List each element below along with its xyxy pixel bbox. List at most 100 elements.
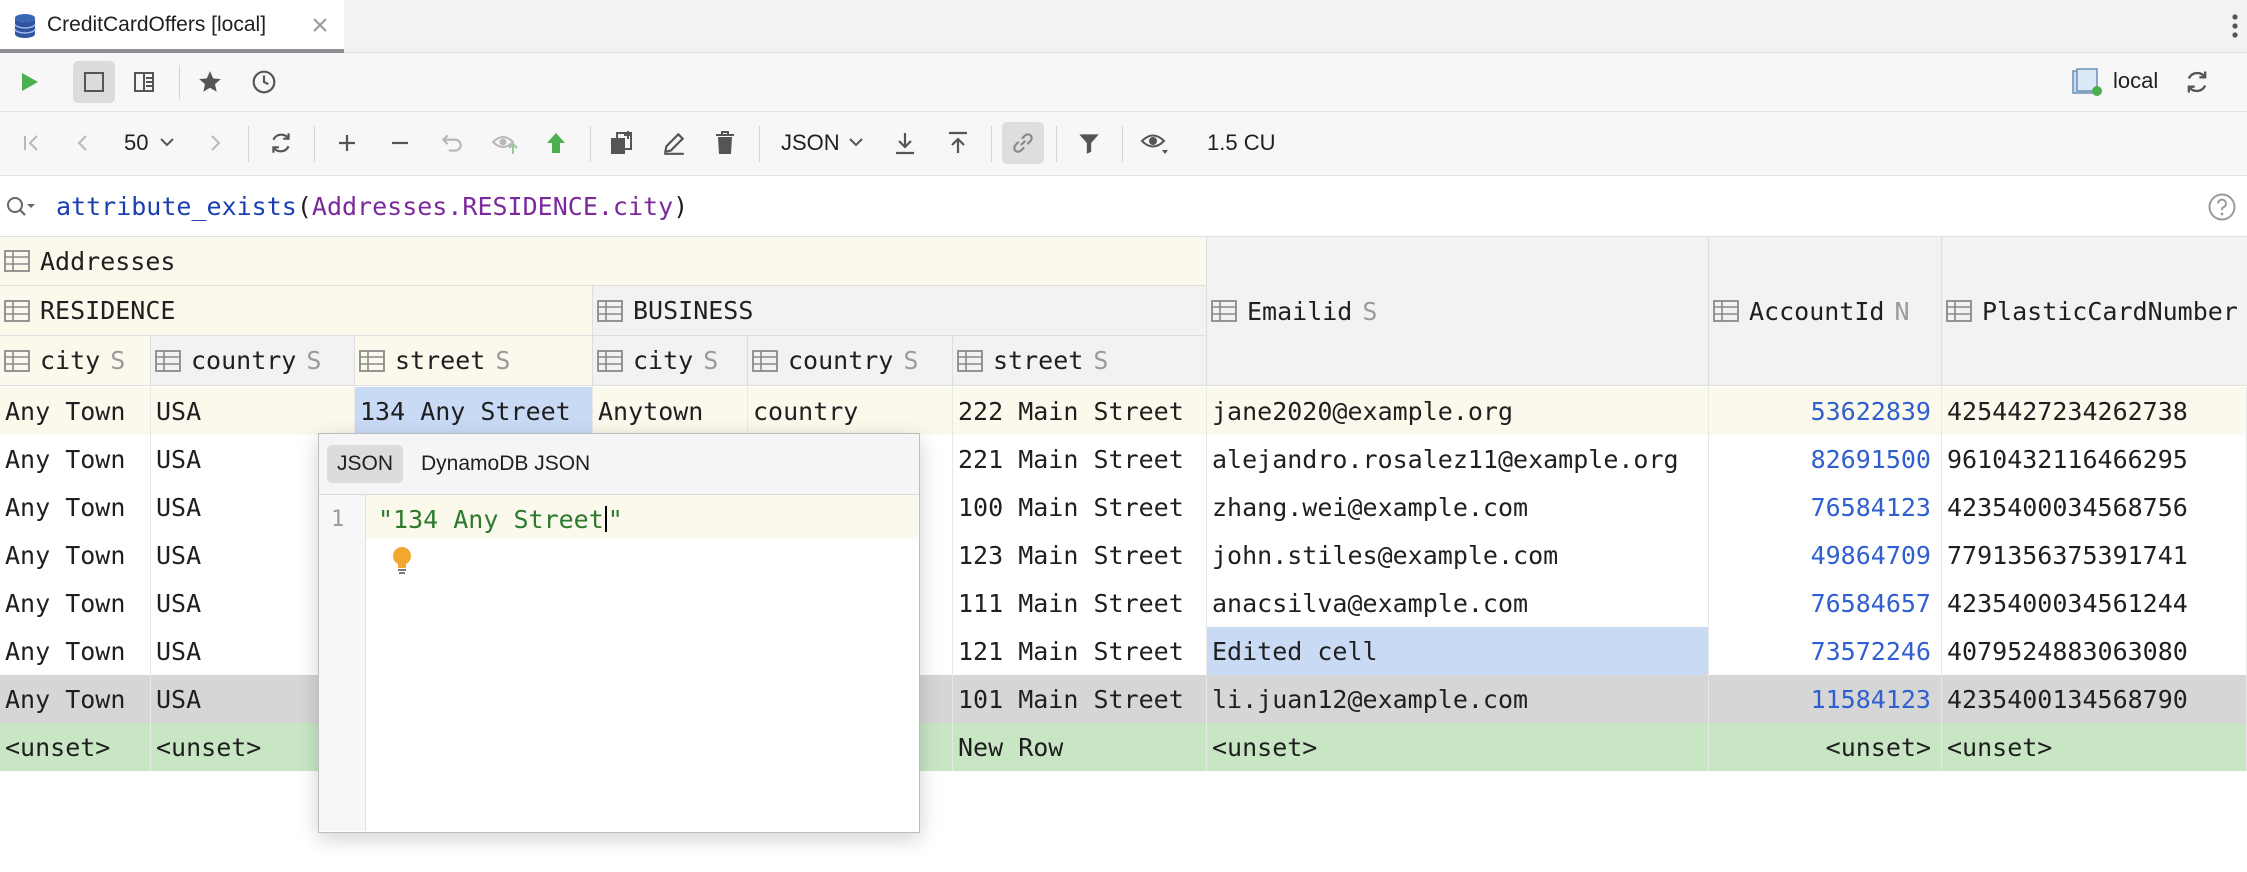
cell-residence-city[interactable]: Any Town [0, 483, 151, 531]
column-header-business-street[interactable]: street S [953, 336, 1207, 386]
page-size-value[interactable]: 50 [124, 130, 148, 156]
cell-residence-city[interactable]: Any Town [0, 579, 151, 627]
cell-accountid[interactable]: 49864709 [1709, 531, 1942, 579]
column-type: S [1093, 346, 1109, 375]
more-vertical-icon[interactable] [2231, 13, 2239, 39]
cell-residence-city[interactable]: Any Town [0, 675, 151, 723]
delete-row-button[interactable] [379, 122, 421, 164]
cell-business-street[interactable]: 221 Main Street [953, 435, 1207, 483]
preview-changes-button[interactable] [484, 122, 526, 164]
cell-residence-city[interactable]: Any Town [0, 627, 151, 675]
column-header-plasticcardnumber[interactable]: PlasticCardNumber [1942, 237, 2247, 386]
close-icon[interactable] [309, 14, 331, 36]
cell-business-street[interactable]: 101 Main Street [953, 675, 1207, 723]
tab-dynamodb-json[interactable]: DynamoDB JSON [421, 445, 590, 483]
cell-emailid[interactable]: <unset> [1207, 723, 1709, 771]
lightbulb-icon[interactable] [390, 546, 414, 576]
cell-plasticcardnumber[interactable]: 7791356375391741 [1942, 531, 2247, 579]
format-value[interactable]: JSON [781, 130, 840, 156]
cell-accountid[interactable]: 53622839 [1709, 387, 1942, 435]
run-button[interactable] [8, 61, 50, 103]
separator [991, 126, 992, 162]
cell-business-city[interactable]: Anytown [593, 387, 748, 435]
tab-json[interactable]: JSON [327, 445, 404, 483]
add-row-button[interactable] [326, 122, 368, 164]
column-header-residence-city[interactable]: city S [0, 336, 151, 386]
connection-label[interactable]: local [2113, 68, 2158, 94]
upload-button[interactable] [937, 122, 979, 164]
tab-creditcardoffers[interactable]: CreditCardOffers [local] [0, 0, 344, 53]
chevron-left-icon [71, 131, 95, 155]
split-view-button[interactable] [123, 61, 165, 103]
arrow-up-icon [544, 130, 568, 156]
column-header-business-country[interactable]: country S [748, 336, 953, 386]
cell-plasticcardnumber[interactable]: 4079524883063080 [1942, 627, 2247, 675]
clone-row-button[interactable] [601, 122, 643, 164]
cell-plasticcardnumber[interactable]: 4235400034561244 [1942, 579, 2247, 627]
cell-residence-city[interactable]: Any Town [0, 531, 151, 579]
cell-emailid[interactable]: john.stiles@example.com [1207, 531, 1709, 579]
cell-plasticcardnumber[interactable]: 9610432116466295 [1942, 435, 2247, 483]
column-header-business-city[interactable]: city S [593, 336, 748, 386]
filter-button[interactable] [1068, 122, 1110, 164]
reload-button[interactable] [260, 122, 302, 164]
cell-plasticcardnumber[interactable]: 4235400134568790 [1942, 675, 2247, 723]
cell-business-street[interactable]: New Row [953, 723, 1207, 771]
cell-plasticcardnumber[interactable]: <unset> [1942, 723, 2247, 771]
cell-plasticcardnumber[interactable]: 4254427234262738 [1942, 387, 2247, 435]
cell-business-street[interactable]: 121 Main Street [953, 627, 1207, 675]
cell-residence-city[interactable]: Any Town [0, 387, 151, 435]
column-header-residence-street[interactable]: street S [355, 336, 593, 386]
cell-accountid[interactable]: 82691500 [1709, 435, 1942, 483]
column-group-residence[interactable]: RESIDENCE [0, 286, 593, 336]
search-icon[interactable] [5, 195, 37, 219]
cell-plasticcardnumber[interactable]: 4235400034568756 [1942, 483, 2247, 531]
column-header-accountid[interactable]: AccountId N [1709, 237, 1942, 386]
cell-business-country[interactable]: country [748, 387, 953, 435]
table-row[interactable]: Any Town USA 134 Any Street Anytown country 2… [0, 387, 2247, 435]
cell-accountid[interactable]: 76584123 [1709, 483, 1942, 531]
help-icon[interactable] [2207, 192, 2237, 222]
value-editor-text[interactable]: "134 Any Street " [378, 505, 623, 534]
cell-residence-city[interactable]: <unset> [0, 723, 151, 771]
delete-button[interactable] [704, 122, 746, 164]
cell-emailid[interactable]: zhang.wei@example.com [1207, 483, 1709, 531]
cell-accountid[interactable]: <unset> [1709, 723, 1942, 771]
next-page-button[interactable] [194, 122, 236, 164]
cell-business-street[interactable]: 222 Main Street [953, 387, 1207, 435]
column-header-residence-country[interactable]: country S [151, 336, 355, 386]
cell-residence-street[interactable]: 134 Any Street [355, 387, 593, 435]
submit-button[interactable] [535, 122, 577, 164]
link-toggle-button[interactable] [1002, 122, 1044, 164]
cell-emailid[interactable]: Edited cell [1207, 627, 1709, 675]
first-page-icon [19, 131, 43, 155]
column-group-addresses[interactable]: Addresses [0, 237, 1207, 286]
cell-business-street[interactable]: 100 Main Street [953, 483, 1207, 531]
column-group-business[interactable]: BUSINESS [593, 286, 1207, 336]
edit-button[interactable] [653, 122, 695, 164]
cell-accountid[interactable]: 76584657 [1709, 579, 1942, 627]
view-options-button[interactable] [1134, 122, 1176, 164]
previous-page-button[interactable] [62, 122, 104, 164]
history-button[interactable] [243, 61, 285, 103]
cell-emailid[interactable]: anacsilva@example.com [1207, 579, 1709, 627]
column-header-emailid[interactable]: Emailid S [1207, 237, 1709, 386]
cell-accountid[interactable]: 11584123 [1709, 675, 1942, 723]
revert-button[interactable] [431, 122, 473, 164]
cell-residence-country[interactable]: USA [151, 387, 355, 435]
refresh-icon[interactable] [2183, 68, 2211, 96]
chevron-down-icon[interactable] [159, 135, 175, 149]
cell-accountid[interactable]: 73572246 [1709, 627, 1942, 675]
cell-residence-city[interactable]: Any Town [0, 435, 151, 483]
favorites-button[interactable] [189, 61, 231, 103]
single-view-button[interactable] [73, 61, 115, 103]
cell-business-street[interactable]: 111 Main Street [953, 579, 1207, 627]
cell-business-street[interactable]: 123 Main Street [953, 531, 1207, 579]
chevron-down-icon[interactable] [848, 135, 864, 149]
filter-expression-input[interactable]: attribute_exists(Addresses.RESIDENCE.cit… [56, 192, 688, 221]
first-page-button[interactable] [10, 122, 52, 164]
cell-emailid[interactable]: alejandro.rosalez11@example.org [1207, 435, 1709, 483]
cell-emailid[interactable]: li.juan12@example.com [1207, 675, 1709, 723]
cell-emailid[interactable]: jane2020@example.org [1207, 387, 1709, 435]
download-button[interactable] [884, 122, 926, 164]
